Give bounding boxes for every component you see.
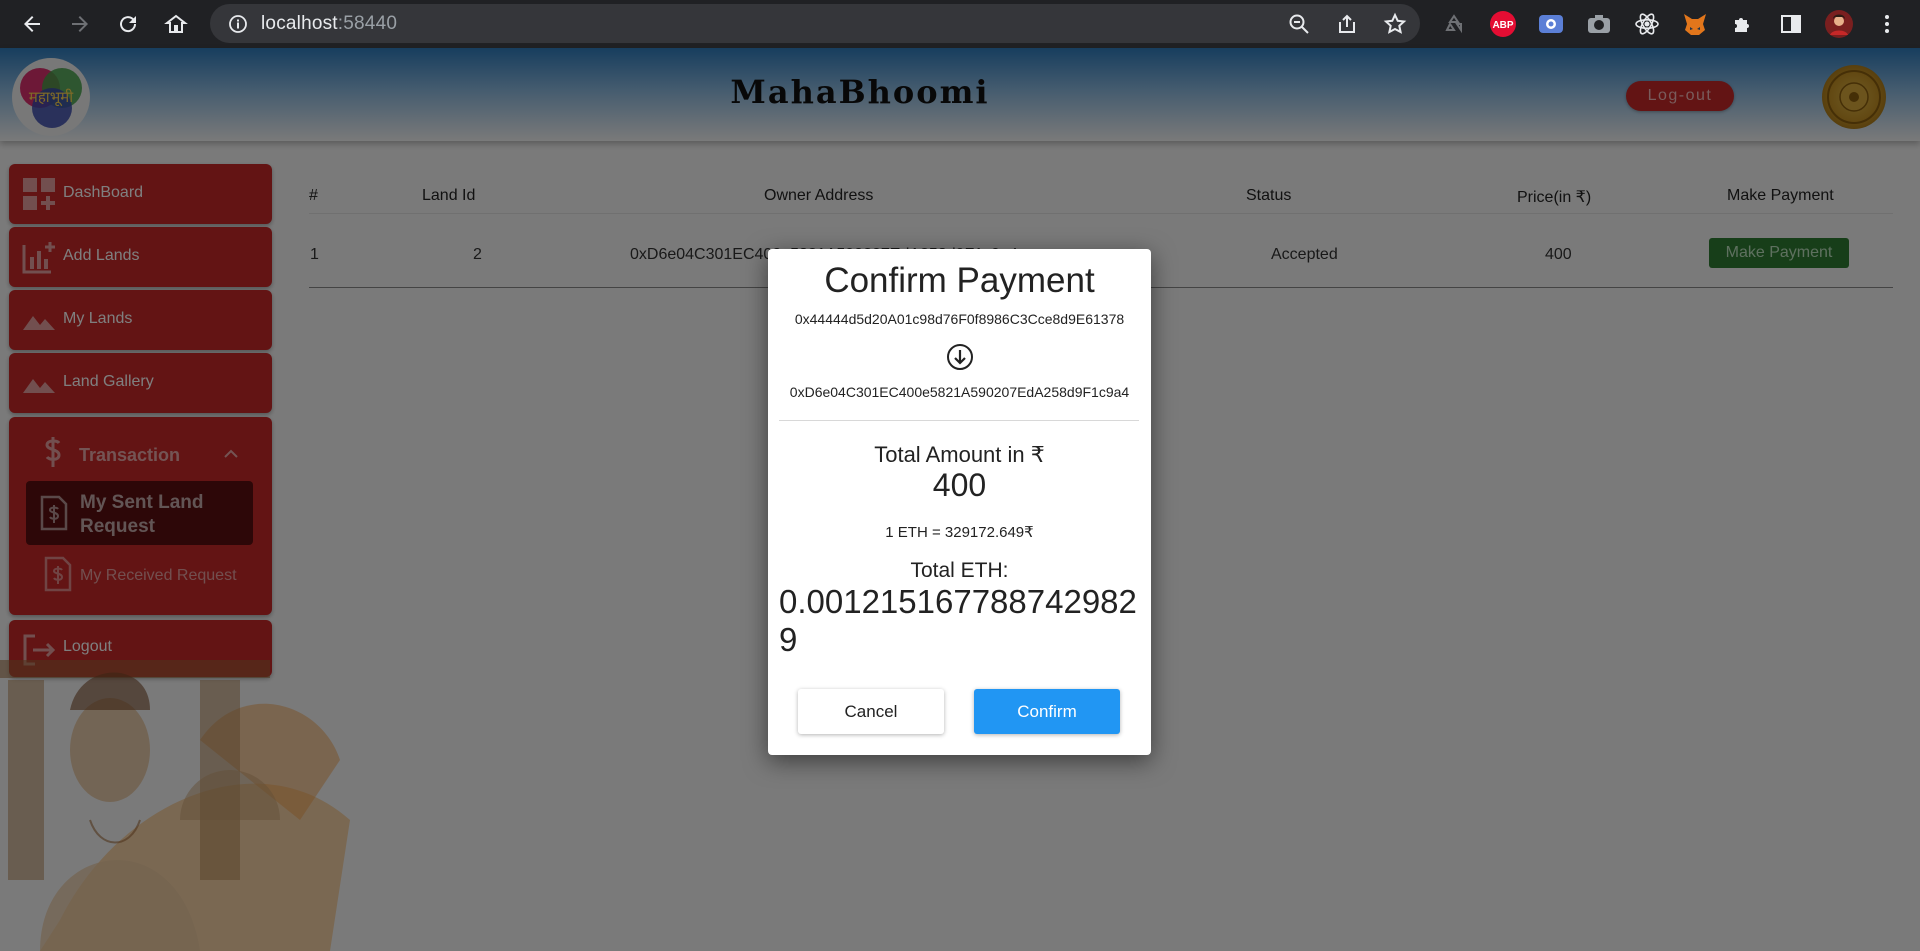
dialog-title: Confirm Payment [824,261,1095,300]
eth-label: Total ETH: [910,559,1009,582]
arrow-down-circle-icon [945,342,975,372]
share-icon[interactable] [1333,10,1361,38]
fox-icon[interactable] [1681,10,1709,38]
camera-icon[interactable] [1585,10,1613,38]
from-address: 0x44444d5d20A01c98d76F0f8986C3Cce8d9E613… [794,311,1125,327]
confirm-payment-dialog: Confirm Payment 0x44444d5d20A01c98d76F0f… [768,249,1151,755]
back-icon[interactable] [20,12,44,36]
abp-icon[interactable]: ABP [1489,10,1517,38]
reload-icon[interactable] [116,12,140,36]
star-icon[interactable] [1381,10,1409,38]
zoom-icon[interactable] [1285,10,1313,38]
divider [779,420,1139,421]
home-icon[interactable] [164,12,188,36]
menu-icon[interactable] [1873,10,1901,38]
cancel-button[interactable]: Cancel [798,689,944,734]
amount-value: 400 [932,467,987,503]
screen-icon[interactable] [1537,10,1565,38]
confirm-button[interactable]: Confirm [974,689,1120,734]
info-icon[interactable] [228,14,248,34]
browser-toolbar: localhost:58440 ABP [0,0,1920,48]
to-address: 0xD6e04C301EC400e5821A590207EdA258d9F1c9… [789,384,1130,400]
forward-icon[interactable] [68,12,92,36]
amount-label: Total Amount in ₹ [874,442,1045,467]
address-bar[interactable]: localhost:58440 [210,4,1420,43]
react-icon[interactable] [1633,10,1661,38]
url-text: localhost:58440 [261,13,398,34]
svg-text:ABP: ABP [1492,20,1513,31]
recycle-icon[interactable] [1440,10,1468,38]
exchange-rate: 1 ETH = 329172.649₹ [885,524,1034,541]
eth-value: 0.0012151677887429829 [779,583,1137,658]
profile-avatar[interactable] [1825,10,1853,38]
sidepanel-icon[interactable] [1777,10,1805,38]
puzzle-icon[interactable] [1729,10,1757,38]
